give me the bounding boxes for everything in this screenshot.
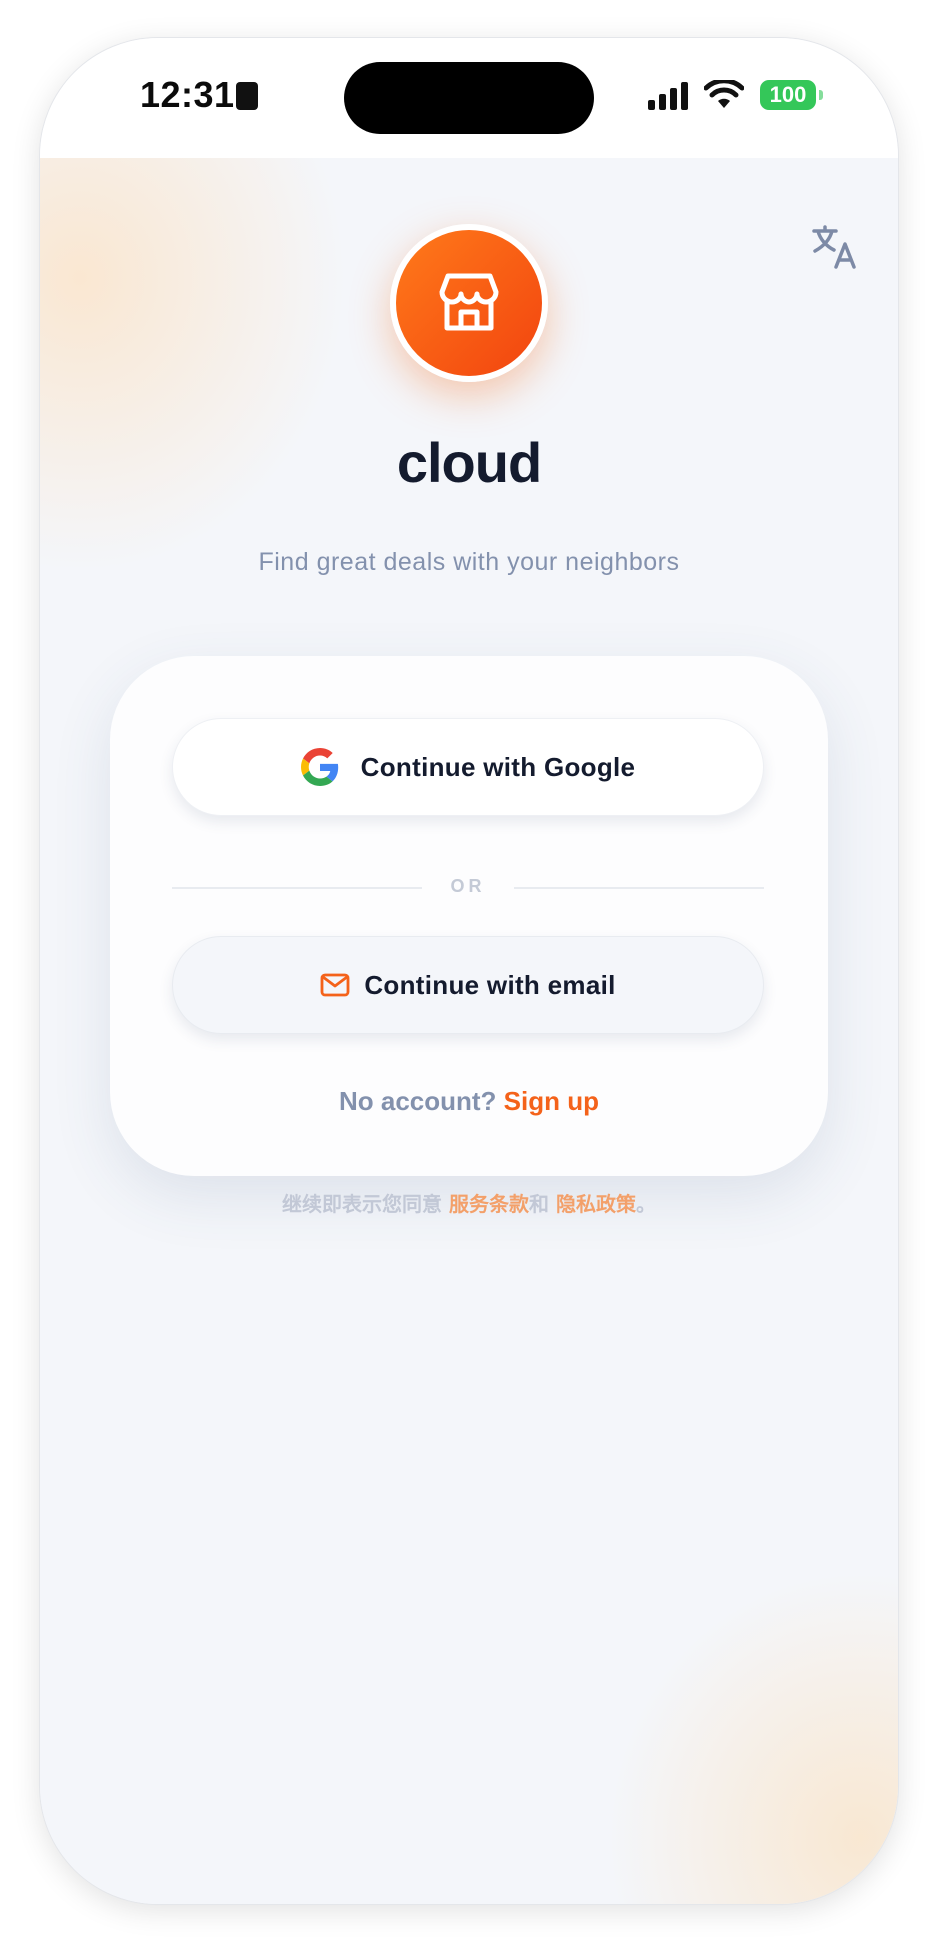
legal-conjunction: 和 [529,1192,549,1216]
battery-indicator: 100 [760,80,816,110]
auth-card: Continue with Google OR Continue with em… [110,656,828,1176]
status-time: 12:31 [140,74,235,115]
contact-card-icon [236,82,258,110]
email-button-label: Continue with email [364,969,616,1000]
login-screen: cloud Find great deals with your neighbo… [40,158,898,1904]
wifi-icon [704,80,744,108]
storefront-icon [439,273,499,331]
app-name: cloud [396,431,542,494]
continue-with-email-button[interactable]: Continue with email [172,936,764,1034]
continue-with-google-button[interactable]: Continue with Google [172,718,764,816]
cellular-signal-icon [648,82,688,110]
status-bar: 12:31 100 [40,38,898,158]
divider-text: OR [450,876,486,896]
battery-tip [819,90,823,100]
signup-row: No account? Sign up [110,1086,828,1117]
legal-notice: 继续即表示您同意 服务条款和 隐私政策。 [40,1188,898,1217]
sign-up-link[interactable]: Sign up [504,1086,599,1116]
or-divider: OR [172,876,764,900]
app-tagline: Find great deals with your neighbors [258,548,680,576]
signup-prompt: No account? [338,1086,497,1116]
translate-icon[interactable] [810,222,860,272]
dynamic-island [344,62,594,134]
phone-frame: 12:31 100 cloud Find great deals with yo… [40,38,898,1904]
mail-icon [320,973,350,997]
privacy-policy-link[interactable]: 隐私政策 [556,1192,636,1216]
legal-suffix: 。 [635,1192,656,1216]
google-button-label: Continue with Google [360,751,636,782]
app-logo [390,224,548,382]
terms-of-service-link[interactable]: 服务条款 [449,1192,529,1216]
legal-prefix: 继续即表示您同意 [282,1192,443,1216]
google-icon [300,748,338,786]
